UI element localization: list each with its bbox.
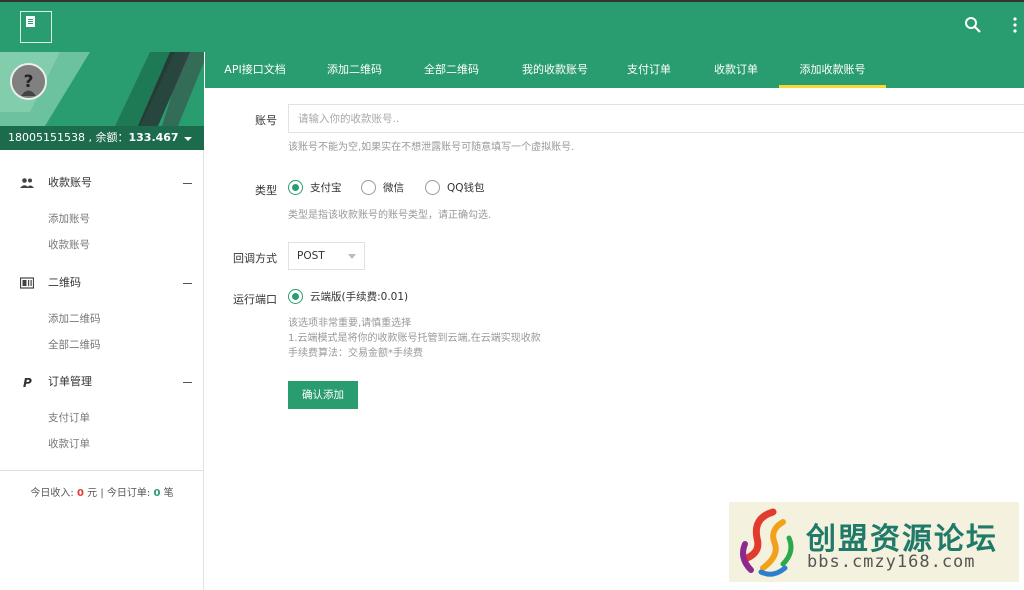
watermark-logo-icon xyxy=(740,508,794,577)
menu-head-label: 收款账号 xyxy=(48,176,92,189)
menu-item-add-qrcode[interactable]: 添加二维码 xyxy=(0,306,204,332)
tab-all-qrcode[interactable]: 全部二维码 xyxy=(414,52,489,88)
menu-head-qrcode[interactable]: 二维码 xyxy=(0,272,204,294)
document-icon xyxy=(26,16,35,27)
tab-receive-orders[interactable]: 收款订单 xyxy=(708,52,764,88)
paypal-icon: P xyxy=(23,376,32,388)
tab-api-docs[interactable]: API接口文档 xyxy=(215,52,295,88)
radio-unchecked-icon xyxy=(425,180,440,195)
radio-label: 微信 xyxy=(383,182,404,194)
caret-down-icon xyxy=(184,137,192,141)
callback-select[interactable]: POST xyxy=(288,242,365,270)
orders-label: 今日订单: xyxy=(106,488,151,499)
callback-value: POST xyxy=(297,250,325,262)
account-input[interactable] xyxy=(288,104,1024,133)
radio-label: 支付宝 xyxy=(310,182,342,194)
radio-label: QQ钱包 xyxy=(447,182,485,194)
menu-item-pay-orders[interactable]: 支付订单 xyxy=(0,405,204,431)
avatar[interactable]: ? xyxy=(10,63,47,100)
tab-pay-orders[interactable]: 支付订单 xyxy=(621,52,677,88)
tab-bar: API接口文档 添加二维码 全部二维码 我的收款账号 支付订单 收款订单 添加收… xyxy=(205,52,1024,88)
orders-value: 0 xyxy=(153,488,161,499)
menu-item-all-qrcode[interactable]: 全部二维码 xyxy=(0,332,204,358)
account-hint: 该账号不能为空,如果实在不想泄露账号可随意填写一个虚拟账号. xyxy=(288,142,575,153)
more-vertical-icon[interactable] xyxy=(1010,16,1020,34)
confirm-add-button[interactable]: 确认添加 xyxy=(288,381,358,409)
svg-text:P: P xyxy=(23,376,32,388)
orders-unit: 笔 xyxy=(163,488,174,499)
radio-checked-icon xyxy=(288,180,303,195)
question-avatar-icon: ? xyxy=(12,65,45,98)
top-header xyxy=(0,0,1024,52)
menu-item-receive-orders[interactable]: 收款订单 xyxy=(0,431,204,457)
income-value: 0 xyxy=(76,488,84,499)
today-stats: 今日收入: 0 元 | 今日订单: 0 笔 xyxy=(0,470,204,499)
radio-wechat[interactable]: 微信 xyxy=(361,180,404,196)
type-hint: 类型是指该收款账号的账号类型，请正确勾选. xyxy=(288,210,492,221)
port-label: 运行端口 xyxy=(233,293,277,306)
menu-item-accounts[interactable]: 收款账号 xyxy=(0,232,204,258)
collapse-icon[interactable] xyxy=(183,382,192,383)
balance-label: 余额： xyxy=(95,131,129,144)
tab-add-account[interactable]: 添加收款账号 xyxy=(779,52,886,88)
menu-head-orders[interactable]: P 订单管理 xyxy=(0,371,204,393)
radio-qqwallet[interactable]: QQ钱包 xyxy=(425,180,485,196)
radio-alipay[interactable]: 支付宝 xyxy=(288,180,342,196)
callback-label: 回调方式 xyxy=(233,252,277,265)
menu-group-accounts: 收款账号 添加账号 收款账号 xyxy=(0,172,204,258)
stats-divider: | xyxy=(100,488,104,499)
type-label: 类型 xyxy=(255,184,277,197)
collapse-icon[interactable] xyxy=(183,283,192,284)
account-label: 账号 xyxy=(255,114,277,127)
profile-panel: ? 18005151538 , 余额：133.467 xyxy=(0,52,204,150)
income-label: 今日收入: xyxy=(30,488,74,499)
app-logo[interactable] xyxy=(20,11,52,43)
radio-label: 云端版(手续费:0.01) xyxy=(310,291,409,303)
port-radio-group: 云端版(手续费:0.01) xyxy=(288,289,488,305)
watermark-banner: 创盟资源论坛 bbs.cmzy168.com xyxy=(729,502,1019,582)
tab-add-qrcode[interactable]: 添加二维码 xyxy=(317,52,392,88)
account-dropdown[interactable]: 18005151538 , 余额：133.467 xyxy=(0,126,204,150)
radio-cloud[interactable]: 云端版(手续费:0.01) xyxy=(288,289,408,305)
watermark-url: bbs.cmzy168.com xyxy=(807,552,976,572)
chevron-down-icon xyxy=(348,254,356,259)
sidebar: ? 18005151538 , 余额：133.467 收款账号 添加账号 收款账… xyxy=(0,52,204,590)
port-hint-1: 该选项非常重要,请慎重选择 xyxy=(288,318,412,329)
menu-group-qrcode: 二维码 添加二维码 全部二维码 xyxy=(0,272,204,358)
port-hint-2: 1.云端模式是将你的收款账号托管到云端,在云端实现收款 xyxy=(288,333,541,344)
tab-my-accounts[interactable]: 我的收款账号 xyxy=(510,52,600,88)
menu-head-label: 二维码 xyxy=(48,276,81,289)
collapse-icon[interactable] xyxy=(183,183,192,184)
account-phone: 18005151538 xyxy=(8,131,85,144)
users-icon xyxy=(20,178,34,188)
income-unit: 元 xyxy=(87,488,98,499)
menu-item-add-account[interactable]: 添加账号 xyxy=(0,206,204,232)
type-radio-group: 支付宝 微信 QQ钱包 xyxy=(288,180,588,196)
svg-text:?: ? xyxy=(24,72,34,92)
radio-unchecked-icon xyxy=(361,180,376,195)
balance-value: 133.467 xyxy=(128,131,179,144)
menu-head-label: 订单管理 xyxy=(48,375,92,388)
search-icon[interactable] xyxy=(964,16,982,34)
qrcode-card-icon xyxy=(20,277,34,289)
menu-head-accounts[interactable]: 收款账号 xyxy=(0,172,204,194)
port-hint-3: 手续费算法：交易金额*手续费 xyxy=(288,348,423,359)
radio-checked-icon xyxy=(288,289,303,304)
menu-group-orders: P 订单管理 支付订单 收款订单 xyxy=(0,371,204,457)
